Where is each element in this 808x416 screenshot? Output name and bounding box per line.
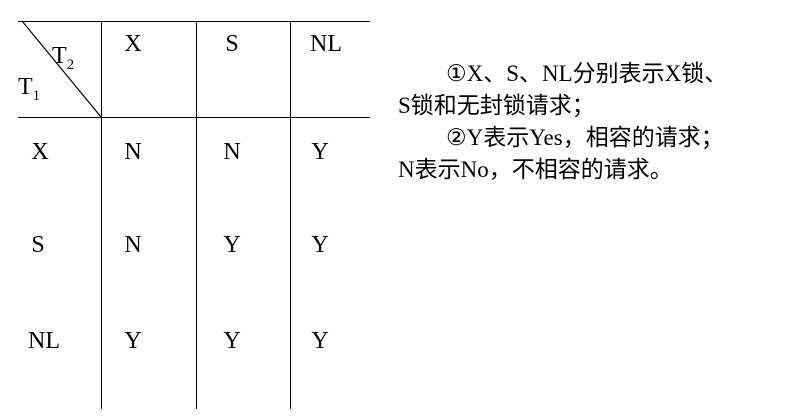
table-cell: N xyxy=(124,232,142,258)
column-header-nl: NL xyxy=(310,31,342,57)
table-cell: N xyxy=(124,139,142,165)
column-header-s: S xyxy=(225,31,239,57)
table-cell: N xyxy=(223,139,241,165)
legend-notes: ①X、S、NL分别表示X锁、 S锁和无封锁请求； ②Y表示Yes，相容的请求； … xyxy=(398,58,798,186)
note-line-3: ②Y表示Yes，相容的请求； xyxy=(446,125,724,150)
column-header-x: X xyxy=(124,31,142,57)
column-divider-3 xyxy=(290,21,291,409)
lock-compatibility-matrix: T2 T1 X S NL X N N Y S N Y Y NL Y Y Y xyxy=(0,0,380,416)
note-line-2: S锁和无封锁请求； xyxy=(398,93,595,118)
corner-label-t1: T1 xyxy=(18,74,41,104)
table-cell: Y xyxy=(311,232,329,258)
table-cell: Y xyxy=(223,328,241,354)
table-cell: Y xyxy=(223,232,241,258)
table-cell: Y xyxy=(124,328,142,354)
column-divider-2 xyxy=(196,21,197,409)
table-cell: Y xyxy=(311,139,329,165)
table-cell: Y xyxy=(311,328,329,354)
note-line-4: N表示No，不相容的请求。 xyxy=(398,157,673,182)
row-header-s: S xyxy=(31,232,45,258)
row-header-x: X xyxy=(31,139,49,165)
corner-label-t2: T2 xyxy=(52,43,75,73)
note-line-1: ①X、S、NL分别表示X锁、 xyxy=(446,61,728,86)
row-header-nl: NL xyxy=(28,328,60,354)
